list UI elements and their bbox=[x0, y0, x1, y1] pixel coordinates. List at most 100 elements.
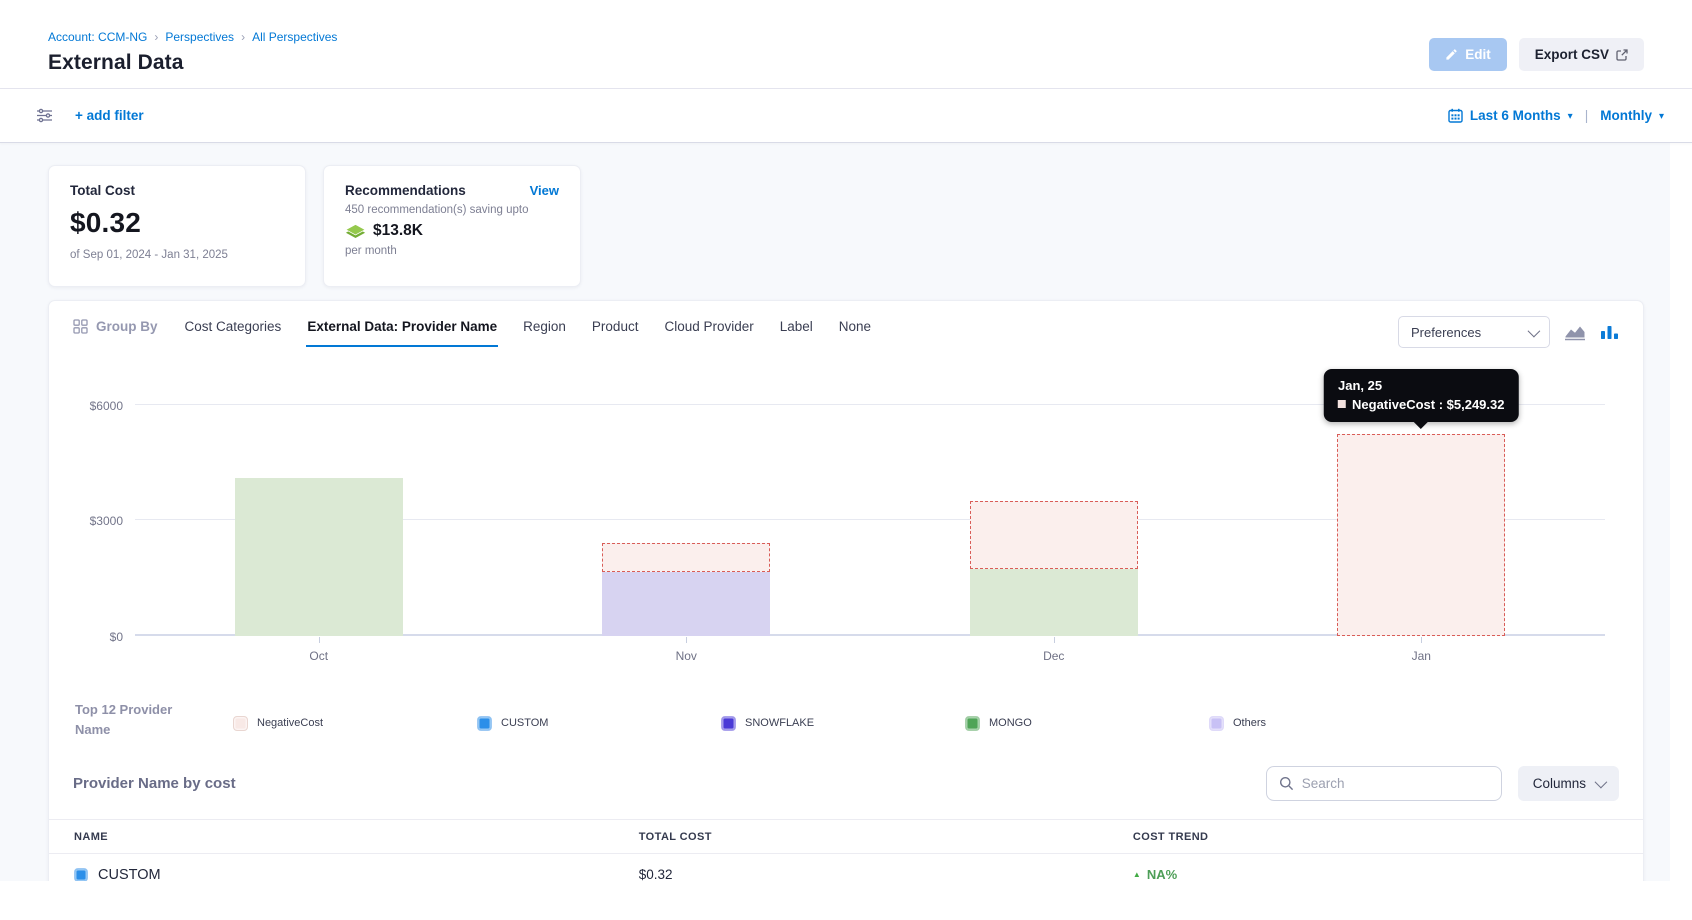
recommendations-line2: per month bbox=[345, 245, 559, 257]
breadcrumb-item-all-perspectives[interactable]: All Perspectives bbox=[252, 30, 337, 44]
tab-label[interactable]: Label bbox=[779, 316, 814, 347]
legend-label: Others bbox=[1233, 717, 1266, 729]
provider-cost-table: NAMETOTAL COSTCOST TREND CUSTOM$0.32▲NA% bbox=[49, 819, 1643, 881]
external-link-icon bbox=[1616, 49, 1628, 61]
filter-settings-icon[interactable] bbox=[36, 108, 53, 123]
group-by-label-wrap: Group By bbox=[73, 316, 158, 334]
x-axis-label: Jan bbox=[1238, 649, 1606, 663]
tab-external-data-provider-name[interactable]: External Data: Provider Name bbox=[306, 316, 498, 347]
bar-dec[interactable] bbox=[970, 501, 1138, 636]
chevron-down-icon: ▾ bbox=[1568, 111, 1573, 122]
tooltip-title: Jan, 25 bbox=[1338, 378, 1504, 393]
legend-item-mongo[interactable]: MONGO bbox=[965, 706, 1209, 740]
tab-cloud-provider[interactable]: Cloud Provider bbox=[663, 316, 754, 347]
legend-swatch-negativecost bbox=[233, 716, 248, 731]
chart-slot-nov: Nov bbox=[503, 366, 871, 636]
page-title: External Data bbox=[48, 51, 337, 75]
tab-product[interactable]: Product bbox=[591, 316, 640, 347]
chevron-down-icon bbox=[1595, 776, 1608, 789]
breadcrumb-separator-icon: › bbox=[154, 30, 158, 44]
total-cost-value: $0.32 bbox=[70, 207, 284, 239]
area-chart-icon[interactable] bbox=[1564, 324, 1586, 341]
separator: | bbox=[1585, 108, 1589, 123]
x-axis-tick bbox=[319, 637, 320, 643]
search-box bbox=[1266, 766, 1502, 801]
legend-swatch-others bbox=[1209, 716, 1224, 731]
grid-icon bbox=[73, 319, 88, 334]
legend-title: Top 12 Provider Name bbox=[75, 700, 203, 740]
edit-button[interactable]: Edit bbox=[1429, 38, 1507, 71]
column-header-total-cost[interactable]: TOTAL COST bbox=[639, 831, 1133, 843]
x-axis-label: Oct bbox=[135, 649, 503, 663]
bar-segment-negativecost[interactable] bbox=[970, 501, 1138, 569]
legend-item-others[interactable]: Others bbox=[1209, 706, 1453, 740]
tooltip-value: NegativeCost : $5,249.32 bbox=[1352, 397, 1504, 412]
trend-up-icon: ▲ bbox=[1133, 870, 1141, 879]
cost-chart: OctNovDecJan Jan, 25 NegativeCost : $5,2… bbox=[73, 366, 1619, 666]
export-csv-button[interactable]: Export CSV bbox=[1519, 38, 1644, 71]
breadcrumb-item-account-ccm-ng[interactable]: Account: CCM-NG bbox=[48, 30, 147, 44]
legend-item-snowflake[interactable]: SNOWFLAKE bbox=[721, 706, 965, 740]
bar-segment-mongo[interactable] bbox=[235, 478, 403, 636]
view-recommendations-link[interactable]: View bbox=[530, 183, 559, 198]
page-header: Account: CCM-NG › Perspectives › All Perspec… bbox=[0, 0, 1692, 75]
column-header-cost-trend[interactable]: COST TREND bbox=[1133, 831, 1643, 843]
name-cell: CUSTOM bbox=[49, 867, 639, 881]
tab-cost-categories[interactable]: Cost Categories bbox=[184, 316, 283, 347]
legend-label: MONGO bbox=[989, 717, 1032, 729]
legend-item-negativecost[interactable]: NegativeCost bbox=[233, 706, 477, 740]
column-header-name[interactable]: NAME bbox=[49, 831, 639, 843]
breadcrumb-separator-icon: › bbox=[241, 30, 245, 44]
search-icon bbox=[1279, 776, 1294, 791]
y-axis-label: $6000 bbox=[73, 399, 123, 413]
breadcrumb-item-perspectives[interactable]: Perspectives bbox=[165, 30, 234, 44]
breadcrumb: Account: CCM-NG › Perspectives › All Perspec… bbox=[48, 30, 337, 44]
money-icon bbox=[345, 223, 366, 239]
bar-jan[interactable] bbox=[1337, 434, 1505, 636]
chart-slot-oct: Oct bbox=[135, 366, 503, 636]
tooltip-series-marker bbox=[1338, 400, 1346, 408]
chart-tooltip: Jan, 25 NegativeCost : $5,249.32 bbox=[1324, 369, 1518, 422]
legend-label: NegativeCost bbox=[257, 717, 323, 729]
tab-none[interactable]: None bbox=[838, 316, 872, 347]
recommendations-line1: 450 recommendation(s) saving upto bbox=[345, 204, 559, 216]
legend-item-custom[interactable]: CUSTOM bbox=[477, 706, 721, 740]
table-body: CUSTOM$0.32▲NA% bbox=[49, 854, 1643, 881]
date-range-selector[interactable]: Last 6 Months ▾ bbox=[1448, 108, 1573, 123]
y-axis-label: $0 bbox=[73, 630, 123, 644]
scrollbar-gutter bbox=[1670, 143, 1692, 881]
legend-label: CUSTOM bbox=[501, 717, 548, 729]
trend-value: NA% bbox=[1147, 867, 1177, 881]
legend-swatch-custom bbox=[477, 716, 492, 731]
provider-swatch bbox=[74, 868, 88, 881]
columns-button[interactable]: Columns bbox=[1518, 766, 1619, 801]
x-axis-label: Dec bbox=[870, 649, 1238, 663]
chevron-down-icon: ▾ bbox=[1659, 111, 1664, 122]
bar-segment-negativecost[interactable] bbox=[602, 543, 770, 572]
bar-segment-mongo[interactable] bbox=[970, 569, 1138, 637]
chart-card: Group By Cost Categories External Data: P… bbox=[48, 300, 1644, 881]
recommendations-title: Recommendations bbox=[345, 183, 466, 198]
granularity-selector[interactable]: Monthly ▾ bbox=[1600, 108, 1664, 123]
bar-nov[interactable] bbox=[602, 543, 770, 636]
add-filter-button[interactable]: + add filter bbox=[75, 108, 144, 123]
bar-segment-snowflake[interactable] bbox=[602, 572, 770, 636]
legend-label: SNOWFLAKE bbox=[745, 717, 814, 729]
tab-region[interactable]: Region bbox=[522, 316, 567, 347]
calendar-icon bbox=[1448, 108, 1463, 123]
chart-slot-dec: Dec bbox=[870, 366, 1238, 636]
table-row-custom[interactable]: CUSTOM$0.32▲NA% bbox=[49, 854, 1643, 881]
x-axis-label: Nov bbox=[503, 649, 871, 663]
savings-amount: $13.8K bbox=[373, 222, 423, 240]
chevron-down-icon bbox=[1528, 324, 1541, 337]
bar-chart-icon[interactable] bbox=[1600, 324, 1619, 341]
provider-name: CUSTOM bbox=[98, 867, 161, 881]
bar-segment-negativecost[interactable] bbox=[1337, 434, 1505, 636]
total-cost-card: Total Cost $0.32 of Sep 01, 2024 - Jan 3… bbox=[48, 165, 306, 287]
filter-bar: + add filter Last 6 Months ▾ | Monthly ▾ bbox=[0, 89, 1692, 143]
preferences-dropdown[interactable]: Preferences bbox=[1398, 316, 1550, 348]
search-input[interactable] bbox=[1302, 776, 1489, 791]
content-area: Total Cost $0.32 of Sep 01, 2024 - Jan 3… bbox=[0, 143, 1692, 881]
legend-swatch-snowflake bbox=[721, 716, 736, 731]
bar-oct[interactable] bbox=[235, 478, 403, 636]
